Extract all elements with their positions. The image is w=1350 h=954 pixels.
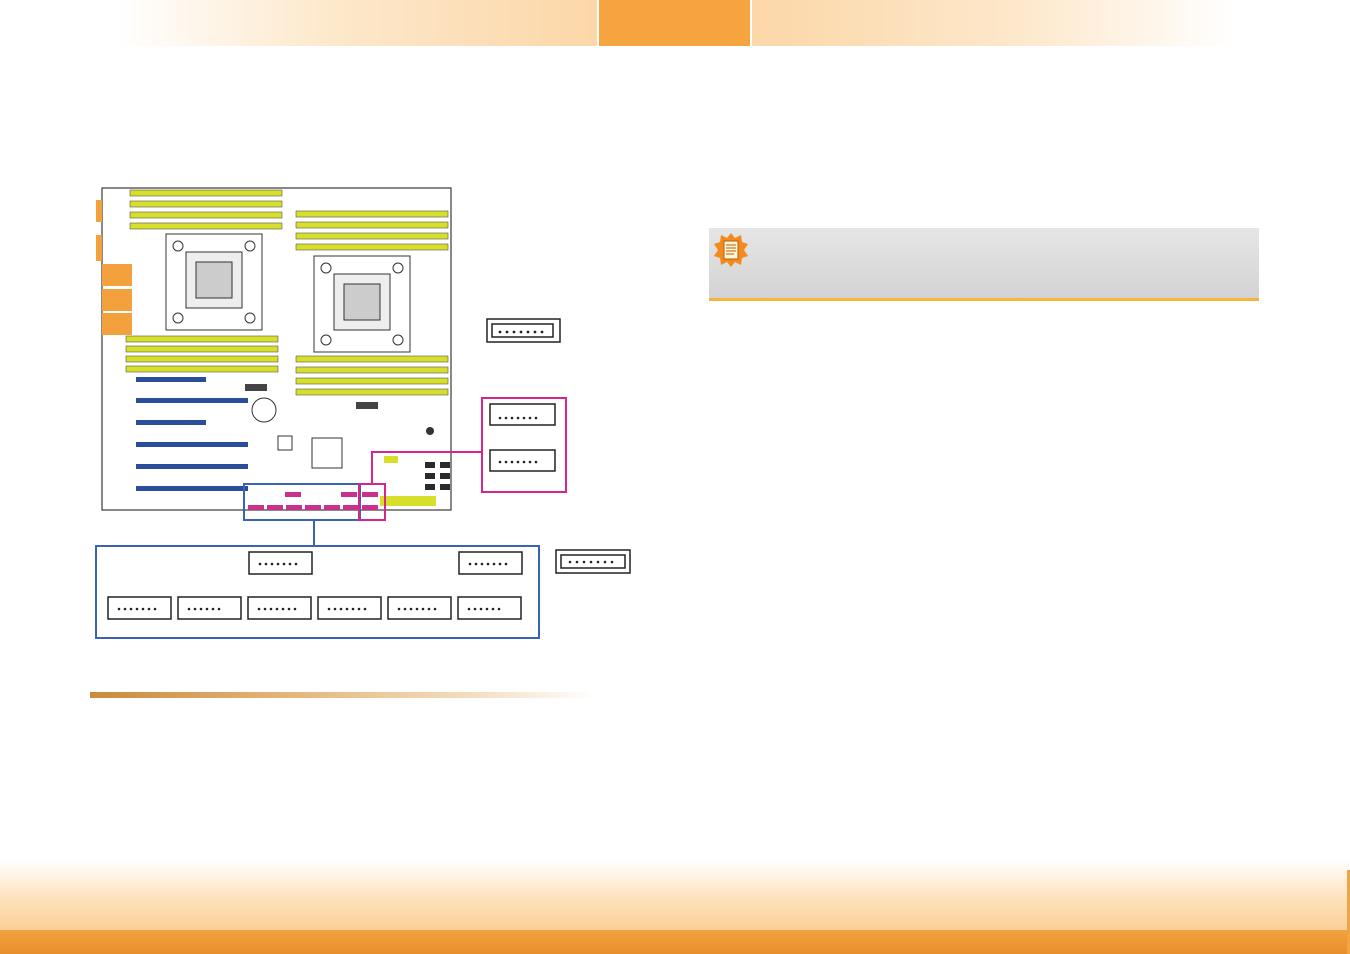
io-chip: [277, 435, 293, 451]
chipset: [311, 437, 343, 469]
rear-io-port: [102, 264, 132, 286]
sata-connector: [489, 449, 556, 472]
power-connector: [380, 496, 436, 506]
m2-connector: [245, 384, 267, 391]
motherboard-diagram: [95, 187, 631, 639]
buzzer: [426, 427, 434, 435]
header-right-band: [752, 0, 1237, 46]
section-divider: [90, 692, 595, 698]
m2-connector: [356, 402, 378, 409]
sata-connector: [489, 403, 556, 426]
note-box: [709, 228, 1259, 301]
footer-bar: [0, 930, 1350, 954]
sata-connector-large: [486, 318, 561, 343]
rear-io-port: [102, 313, 132, 335]
note-icon: [714, 233, 748, 267]
rear-io-port: [96, 200, 102, 222]
rear-io-port: [102, 289, 132, 311]
sata-connector-side: [555, 549, 631, 574]
sata-connectors-blue-bottom: [107, 596, 522, 620]
small-header: [384, 456, 398, 463]
cmos-battery: [251, 397, 277, 423]
footer-gradient: [0, 860, 1350, 930]
rear-io-port: [96, 235, 102, 261]
